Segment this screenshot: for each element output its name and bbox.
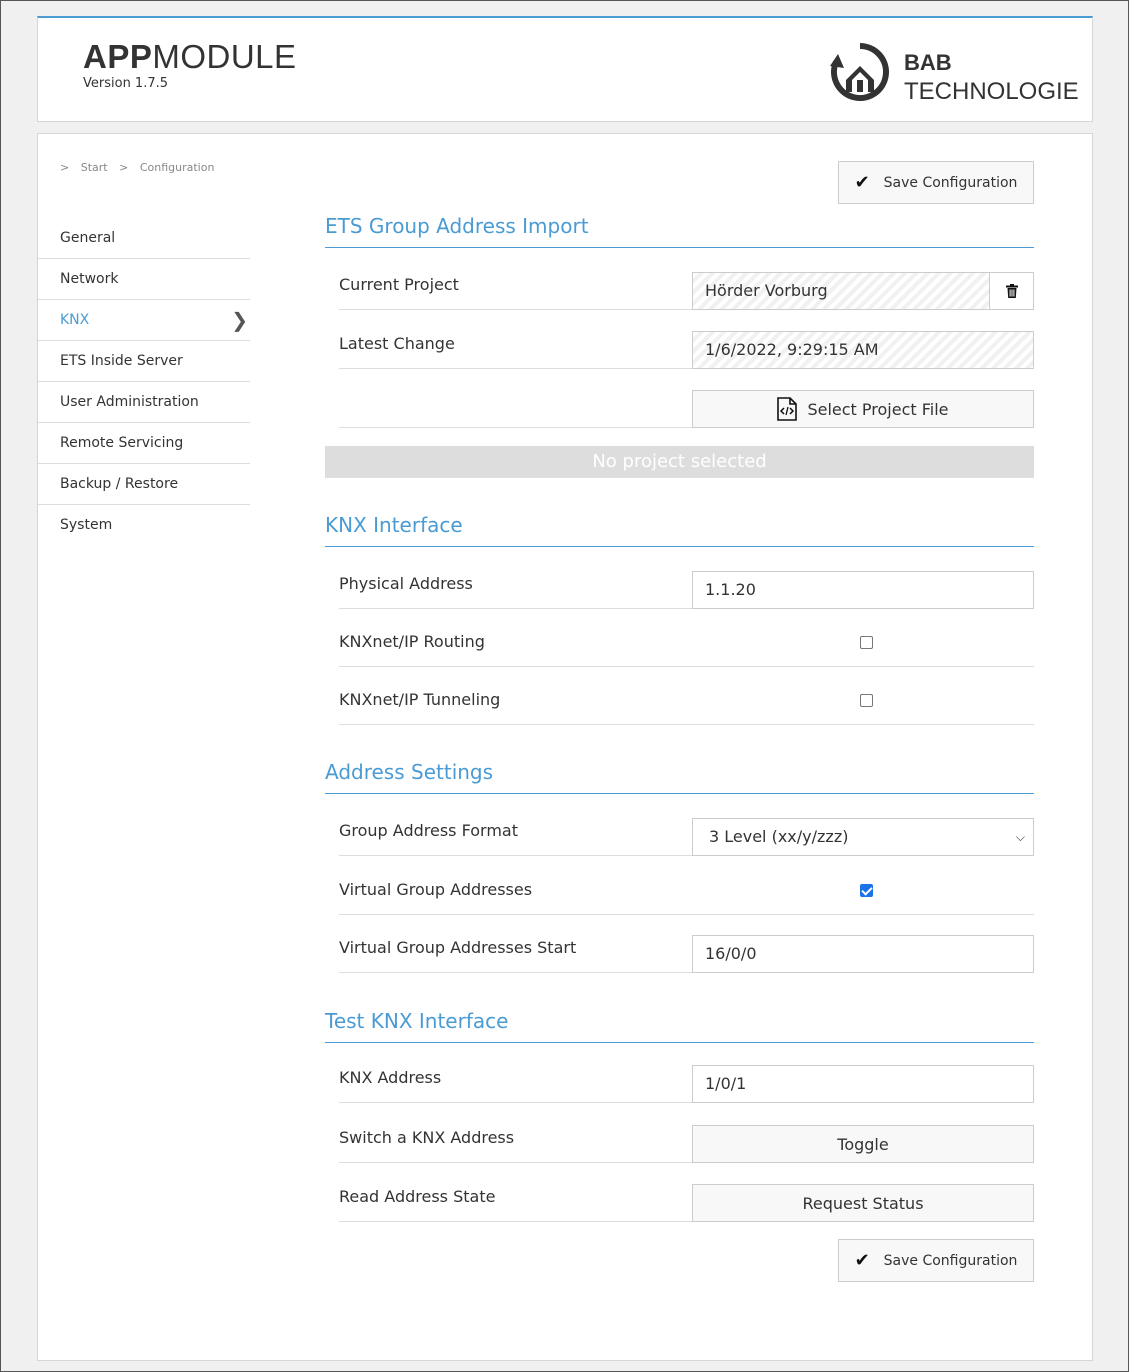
switch-knx-address-label: Switch a KNX Address bbox=[339, 1125, 692, 1163]
select-project-file-label: Select Project File bbox=[807, 399, 949, 419]
row-virtual-group-addresses-start: Virtual Group Addresses Start 16/0/0 bbox=[339, 935, 1034, 973]
physical-address-label: Physical Address bbox=[339, 571, 692, 609]
virtual-group-addresses-label: Virtual Group Addresses bbox=[339, 877, 692, 915]
checkmark-icon: ✔ bbox=[854, 1250, 870, 1271]
sidebar-item-remote-servicing[interactable]: Remote Servicing bbox=[38, 423, 250, 464]
knxnet-routing-checkbox[interactable] bbox=[860, 636, 873, 649]
save-button-label: Save Configuration bbox=[883, 1252, 1018, 1269]
select-project-file-button[interactable]: Select Project File bbox=[692, 390, 1034, 428]
physical-address-input[interactable]: 1.1.20 bbox=[692, 571, 1034, 609]
empty-label bbox=[339, 390, 692, 428]
virtual-group-addresses-checkbox[interactable] bbox=[860, 884, 873, 897]
save-configuration-button-bottom[interactable]: ✔ Save Configuration bbox=[838, 1239, 1034, 1282]
breadcrumb-start[interactable]: Start bbox=[81, 161, 108, 174]
file-code-icon bbox=[777, 397, 798, 421]
section-title-knx-interface: KNX Interface bbox=[325, 513, 1034, 547]
main-panel: > Start > Configuration General Network … bbox=[37, 133, 1093, 1361]
current-project-field: Hörder Vorburg bbox=[692, 272, 1034, 310]
delete-project-button[interactable] bbox=[989, 273, 1033, 309]
sidebar-item-system[interactable]: System bbox=[38, 505, 250, 546]
row-switch-knx-address: Switch a KNX Address Toggle bbox=[339, 1125, 1034, 1163]
virtual-group-addresses-start-input[interactable]: 16/0/0 bbox=[692, 935, 1034, 973]
section-title-address-settings: Address Settings bbox=[325, 760, 1034, 794]
breadcrumb-sep: > bbox=[60, 161, 70, 174]
app-version: Version 1.7.5 bbox=[83, 76, 169, 91]
sidebar-item-user-administration[interactable]: User Administration bbox=[38, 382, 250, 423]
row-virtual-group-addresses: Virtual Group Addresses bbox=[339, 877, 1034, 915]
row-knxnet-routing: KNXnet/IP Routing bbox=[339, 629, 1034, 667]
current-project-value: Hörder Vorburg bbox=[705, 281, 828, 300]
row-current-project: Current Project Hörder Vorburg bbox=[339, 272, 1034, 310]
chevron-right-icon: ❯ bbox=[231, 308, 248, 332]
knxnet-routing-label: KNXnet/IP Routing bbox=[339, 629, 692, 667]
section-title-test-knx: Test KNX Interface bbox=[325, 1009, 1034, 1043]
latest-change-field: 1/6/2022, 9:29:15 AM bbox=[692, 331, 1034, 369]
row-read-address-state: Read Address State Request Status bbox=[339, 1184, 1034, 1222]
group-address-format-value: 3 Level (xx/y/zzz) bbox=[709, 827, 849, 846]
request-status-button[interactable]: Request Status bbox=[692, 1184, 1034, 1222]
sidebar-item-knx[interactable]: KNX ❯ bbox=[38, 300, 250, 341]
breadcrumb-sep: > bbox=[119, 161, 129, 174]
logo-text-technologie: TECHNOLOGIE bbox=[904, 78, 1079, 105]
knxnet-tunneling-label: KNXnet/IP Tunneling bbox=[339, 687, 692, 725]
virtual-group-addresses-start-label: Virtual Group Addresses Start bbox=[339, 935, 692, 973]
sidebar: General Network KNX ❯ ETS Inside Server U… bbox=[38, 218, 250, 546]
read-address-state-label: Read Address State bbox=[339, 1184, 692, 1222]
logo-text-bab: BAB bbox=[904, 50, 952, 75]
checkmark-icon: ✔ bbox=[854, 172, 870, 193]
chevron-down-icon: ⌵ bbox=[1015, 830, 1025, 844]
row-knx-address: KNX Address 1/0/1 bbox=[339, 1065, 1034, 1103]
knx-address-label: KNX Address bbox=[339, 1065, 692, 1103]
project-status-bar: No project selected bbox=[325, 446, 1034, 478]
sidebar-item-network[interactable]: Network bbox=[38, 259, 250, 300]
app-header: APPMODULE Version 1.7.5 BAB TECHNOLOGIE bbox=[37, 16, 1093, 122]
bab-logo-icon bbox=[830, 43, 889, 101]
trash-icon bbox=[1005, 284, 1018, 298]
sidebar-item-backup-restore[interactable]: Backup / Restore bbox=[38, 464, 250, 505]
knxnet-tunneling-checkbox[interactable] bbox=[860, 694, 873, 707]
save-button-label: Save Configuration bbox=[883, 174, 1018, 191]
knx-address-input[interactable]: 1/0/1 bbox=[692, 1065, 1034, 1103]
app-title: APPMODULE bbox=[83, 38, 297, 75]
breadcrumb-configuration[interactable]: Configuration bbox=[140, 161, 215, 174]
toggle-button[interactable]: Toggle bbox=[692, 1125, 1034, 1163]
row-latest-change: Latest Change 1/6/2022, 9:29:15 AM bbox=[339, 331, 1034, 369]
section-title-ets-import: ETS Group Address Import bbox=[325, 214, 1034, 248]
row-knxnet-tunneling: KNXnet/IP Tunneling bbox=[339, 687, 1034, 725]
row-physical-address: Physical Address 1.1.20 bbox=[339, 571, 1034, 609]
current-project-label: Current Project bbox=[339, 272, 692, 310]
latest-change-label: Latest Change bbox=[339, 331, 692, 369]
breadcrumb: > Start > Configuration bbox=[60, 161, 222, 174]
group-address-format-select[interactable]: 3 Level (xx/y/zzz) ⌵ bbox=[692, 818, 1034, 856]
row-group-address-format: Group Address Format 3 Level (xx/y/zzz) … bbox=[339, 818, 1034, 856]
save-configuration-button-top[interactable]: ✔ Save Configuration bbox=[838, 161, 1034, 204]
group-address-format-label: Group Address Format bbox=[339, 818, 692, 856]
sidebar-item-ets-inside-server[interactable]: ETS Inside Server bbox=[38, 341, 250, 382]
row-select-project-file: Select Project File bbox=[339, 390, 1034, 428]
sidebar-item-label: KNX bbox=[60, 312, 90, 328]
sidebar-item-general[interactable]: General bbox=[38, 218, 250, 259]
bab-logo: BAB TECHNOLOGIE bbox=[828, 40, 1079, 105]
